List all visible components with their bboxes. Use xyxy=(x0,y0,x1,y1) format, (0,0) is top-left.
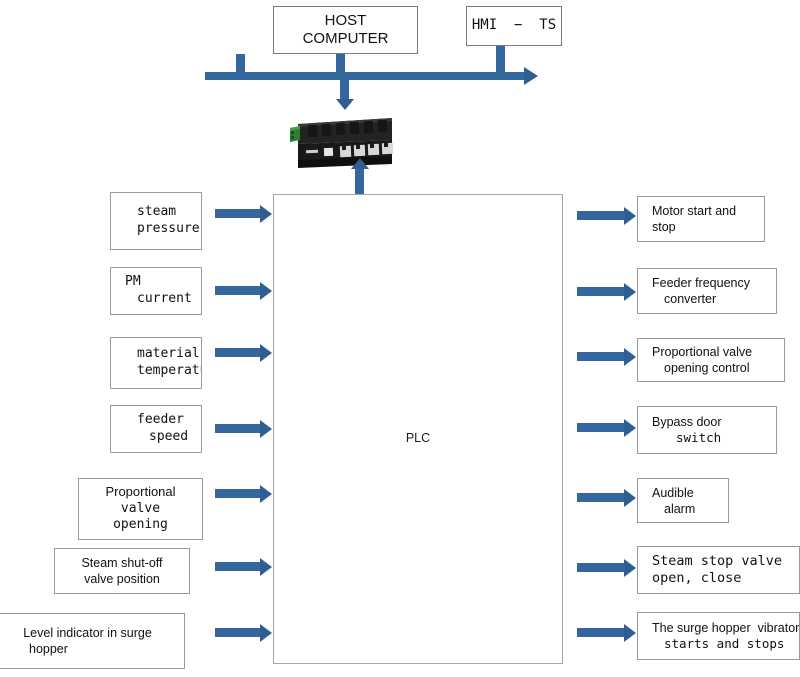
input-arrow-pm-current xyxy=(215,281,272,300)
plc-to-switch-arrow xyxy=(350,158,369,194)
host-computer-line-2: COMPUTER xyxy=(302,30,389,47)
output-vibrator-line-1: The surge hopper vibrator xyxy=(652,621,800,635)
input-material-temperature-line-2: temperature xyxy=(137,363,201,378)
host-computer-bus-tap xyxy=(336,54,345,74)
output-box-surge-hopper-vibrator[interactable]: The surge hopper vibrator starts and sto… xyxy=(637,612,800,660)
input-pm-current-line-1: PM xyxy=(125,274,141,290)
input-steam-shutoff-line-2: valve position xyxy=(84,572,160,586)
hmi-ts-label: HMI − TS xyxy=(471,17,557,34)
input-arrow-material-temperature xyxy=(215,343,272,362)
hmi-ts-drop-line xyxy=(496,46,505,72)
output-box-audible-alarm[interactable]: Audible alarm xyxy=(637,478,729,523)
output-arrow-feeder-frequency-converter xyxy=(577,282,636,301)
output-vibrator-line-2: starts and stops xyxy=(664,636,785,651)
input-level-indicator-line-1: Level indicator in surge xyxy=(23,626,152,640)
output-box-bypass-door-switch[interactable]: Bypass door switch xyxy=(637,406,777,454)
output-prop-valve-line-2: opening control xyxy=(664,361,750,375)
input-material-temperature-line-1: material xyxy=(137,346,200,362)
input-arrow-steam-pressure xyxy=(215,204,272,223)
output-bypass-line-1: Bypass door xyxy=(652,415,722,429)
output-motor-line-1: Motor start and xyxy=(652,204,737,218)
host-computer-line-1: HOST xyxy=(324,11,367,29)
input-proportional-valve-line-3: opening xyxy=(113,517,168,533)
plc-system-block-diagram: HOST COMPUTER HMI − TS PLC steam pressur… xyxy=(0,0,800,677)
output-arrow-proportional-valve-opening-control xyxy=(577,347,636,366)
output-steam-stop-line-1: Steam stop valve xyxy=(652,552,783,569)
output-steam-stop-line-2: open, close xyxy=(652,570,742,586)
input-feeder-speed-line-1: feeder xyxy=(137,412,184,428)
input-box-steam-shutoff-valve-position[interactable]: Steam shut-off valve position xyxy=(54,548,190,594)
input-box-material-temperature[interactable]: material temperature xyxy=(110,337,202,389)
plc-label: PLC xyxy=(405,431,431,445)
output-box-feeder-frequency-converter[interactable]: Feeder frequency converter xyxy=(637,268,777,314)
input-steam-pressure-line-1: steam xyxy=(137,204,177,220)
input-steam-shutoff-line-1: Steam shut-off xyxy=(81,556,163,570)
input-box-steam-pressure[interactable]: steam pressure xyxy=(110,192,202,250)
output-feeder-freq-line-2: converter xyxy=(664,292,717,306)
input-box-level-indicator-surge-hopper[interactable]: Level indicator in surge hopper xyxy=(0,613,185,669)
input-proportional-valve-line-1: Proportional xyxy=(105,484,176,500)
input-box-pm-current[interactable]: PM current xyxy=(110,267,202,315)
output-box-proportional-valve-opening-control[interactable]: Proportional valve opening control xyxy=(637,338,785,382)
output-box-steam-stop-valve[interactable]: Steam stop valve open, close xyxy=(637,546,800,594)
output-box-motor-start-stop[interactable]: Motor start and stop xyxy=(637,196,765,242)
output-feeder-freq-line-1: Feeder frequency xyxy=(652,276,750,290)
output-arrow-surge-hopper-vibrator xyxy=(577,623,636,642)
output-arrow-bypass-door-switch xyxy=(577,418,636,437)
input-pm-current-line-2: current xyxy=(137,291,192,306)
input-arrow-steam-shutoff-valve-position xyxy=(215,557,272,576)
output-alarm-line-1: Audible xyxy=(652,485,694,500)
input-arrow-feeder-speed xyxy=(215,419,272,438)
output-alarm-line-2: alarm xyxy=(664,501,696,516)
host-computer-box[interactable]: HOST COMPUTER xyxy=(273,6,418,54)
network-bus-line xyxy=(205,67,538,85)
input-proportional-valve-line-2: valve xyxy=(120,500,161,516)
input-box-proportional-valve-opening[interactable]: Proportional valve opening xyxy=(78,478,203,540)
output-arrow-steam-stop-valve xyxy=(577,558,636,577)
output-arrow-motor-start-stop xyxy=(577,206,636,225)
input-arrow-proportional-valve-opening xyxy=(215,484,272,503)
input-feeder-speed-line-2: speed xyxy=(149,429,189,444)
input-box-feeder-speed[interactable]: feeder speed xyxy=(110,405,202,453)
input-steam-pressure-line-2: pressure xyxy=(137,221,200,236)
switch-uplink-arrow xyxy=(335,72,354,110)
plc-box[interactable]: PLC xyxy=(273,194,563,664)
output-arrow-audible-alarm xyxy=(577,488,636,507)
ethernet-switch-image xyxy=(288,110,400,170)
output-motor-line-2: stop xyxy=(652,220,676,234)
output-bypass-line-2: switch xyxy=(676,430,722,445)
output-prop-valve-line-1: Proportional valve xyxy=(652,345,753,359)
input-level-indicator-line-2: hopper xyxy=(29,642,68,656)
input-arrow-level-indicator-surge-hopper xyxy=(215,623,272,642)
hmi-ts-box[interactable]: HMI − TS xyxy=(466,6,562,46)
ethernet-switch-icon xyxy=(290,118,394,168)
